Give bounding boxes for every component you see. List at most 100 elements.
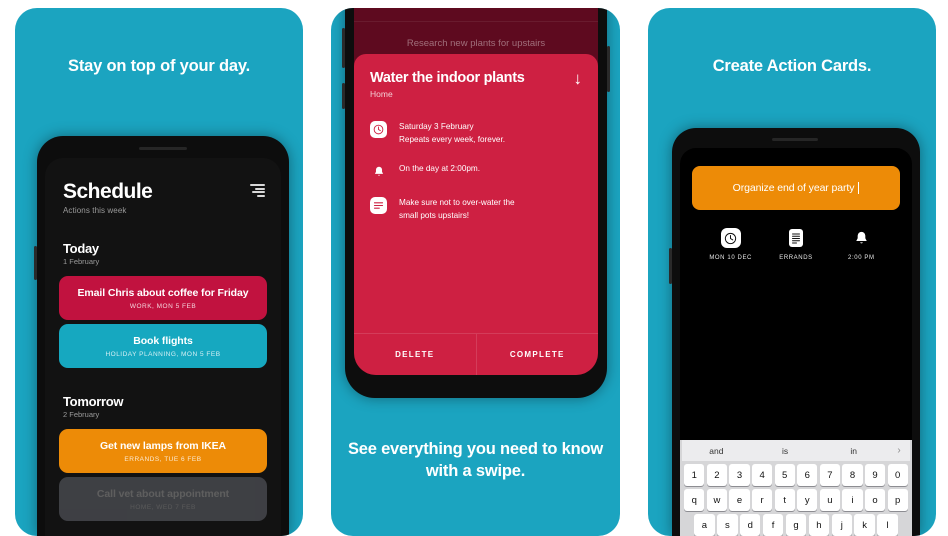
key[interactable]: y [797, 489, 818, 511]
detail-row-list: Saturday 3 February Repeats every week, … [370, 121, 582, 223]
key[interactable]: 0 [887, 464, 908, 486]
key[interactable]: 7 [819, 464, 840, 486]
phone-side-button [342, 28, 345, 68]
suggestion-item[interactable]: and [682, 446, 751, 456]
phone-side-button [342, 83, 345, 109]
attribute-list[interactable]: ERRANDS [763, 228, 828, 261]
task-meta: WORK, MON 5 FEB [129, 303, 197, 310]
detail-row-line2: small pots upstairs! [399, 211, 470, 221]
detail-header: Water the indoor plants Home ↓ [370, 70, 582, 99]
key[interactable]: 8 [842, 464, 863, 486]
suggestion-more-icon[interactable]: › [888, 445, 910, 456]
day-group-tomorrow: Tomorrow 2 February [45, 394, 281, 419]
key[interactable]: q [684, 489, 705, 511]
task-detail-card: Water the indoor plants Home ↓ Saturday … [354, 54, 598, 375]
key[interactable]: i [842, 489, 863, 511]
clock-icon [720, 228, 741, 248]
key[interactable]: 2 [706, 464, 728, 486]
bell-icon [370, 163, 387, 180]
task-card[interactable]: Call vet about appointment HOME, WED 7 F… [59, 477, 267, 521]
compose-area: Organize end of year party MON 10 DEC ER… [680, 148, 912, 261]
attribute-date[interactable]: MON 10 DEC [698, 228, 763, 261]
promo-panel-detail: Curate photos to get printed Research ne… [331, 8, 620, 536]
task-title-input[interactable]: Organize end of year party [692, 166, 900, 210]
key[interactable]: g [785, 514, 807, 536]
detail-row-note: Make sure not to over-water the small po… [370, 197, 582, 222]
task-title-input-value: Organize end of year party [732, 182, 855, 194]
phone-screen-1: Schedule Actions this week Today 1 Febru… [45, 158, 281, 536]
filter-lines-icon[interactable] [250, 184, 265, 197]
detail-title: Water the indoor plants [370, 70, 525, 86]
task-meta: HOME, WED 7 FEB [130, 504, 196, 511]
key[interactable]: t [774, 489, 795, 511]
key[interactable]: e [729, 489, 750, 511]
task-card-list-tomorrow: Get new lamps from IKEA ERRANDS, TUE 6 F… [45, 429, 281, 521]
key[interactable]: 3 [729, 464, 750, 486]
arrow-down-icon[interactable]: ↓ [574, 70, 583, 87]
key[interactable]: 1 [684, 464, 705, 486]
task-title: Call vet about appointment [96, 488, 230, 500]
key[interactable]: 5 [774, 464, 795, 486]
page-subtitle: Actions this week [63, 206, 127, 215]
attribute-label: MON 10 DEC [709, 255, 752, 261]
key[interactable]: f [762, 514, 784, 536]
key[interactable]: 9 [864, 464, 886, 486]
suggestion-item[interactable]: in [819, 446, 888, 456]
panel-3-title: Create Action Cards. [712, 57, 872, 75]
phone-mockup-3: Organize end of year party MON 10 DEC ER… [669, 128, 920, 536]
key[interactable]: u [819, 489, 840, 511]
key[interactable]: k [854, 514, 875, 536]
promo-panel-create: Create Action Cards. Organize end of yea… [648, 8, 936, 536]
phone-screen-3: Organize end of year party MON 10 DEC ER… [680, 148, 912, 536]
keyboard-row-numbers: 1 2 3 4 5 6 7 8 9 0 [682, 461, 910, 486]
keyboard-row-top: q w e r t y u i o p [682, 486, 910, 511]
attribute-label: 2:00 PM [848, 255, 875, 261]
keyboard-row-home: a s d f g h j k l [682, 511, 910, 536]
detail-row-text: Saturday 3 February Repeats every week, … [399, 121, 505, 146]
task-card[interactable]: Get new lamps from IKEA ERRANDS, TUE 6 F… [59, 429, 267, 473]
delete-button[interactable]: DELETE [354, 334, 476, 375]
detail-row-text: On the day at 2:00pm. [399, 163, 480, 176]
text-caret [858, 182, 860, 194]
key[interactable]: p [887, 489, 908, 511]
detail-subtitle: Home [370, 89, 393, 99]
bell-icon [851, 228, 871, 248]
phone-side-button [669, 248, 672, 284]
attribute-reminder[interactable]: 2:00 PM [829, 228, 894, 261]
detail-row-reminder: On the day at 2:00pm. [370, 163, 582, 180]
day-date: 1 February [63, 257, 100, 266]
task-meta: ERRANDS, TUE 6 FEB [124, 456, 202, 463]
key[interactable]: d [739, 514, 761, 536]
key[interactable]: j [831, 514, 853, 536]
suggestion-item[interactable]: is [751, 446, 820, 456]
background-task[interactable]: Curate photos to get printed [354, 8, 598, 21]
task-meta: HOLIDAY PLANNING, MON 5 FEB [105, 351, 221, 358]
key[interactable]: w [706, 489, 728, 511]
detail-action-bar: DELETE COMPLETE [354, 333, 598, 375]
page-title: Schedule [63, 180, 153, 203]
key[interactable]: h [808, 514, 830, 536]
key[interactable]: s [717, 514, 738, 536]
key[interactable]: l [877, 514, 898, 536]
task-card-list-today: Email Chris about coffee for Friday WORK… [45, 276, 281, 368]
task-card[interactable]: Book flights HOLIDAY PLANNING, MON 5 FEB [59, 324, 267, 368]
day-name: Today [63, 241, 99, 256]
task-title: Get new lamps from IKEA [99, 440, 227, 452]
detail-row-line1: Make sure not to over-water the [399, 198, 515, 208]
key[interactable]: 4 [752, 464, 773, 486]
detail-row-line1: Saturday 3 February [399, 122, 474, 131]
attribute-label: ERRANDS [779, 255, 813, 261]
phone-screen-2: Curate photos to get printed Research ne… [354, 8, 598, 375]
panel-1-title: Stay on top of your day. [68, 57, 250, 75]
task-card[interactable]: Email Chris about coffee for Friday WORK… [59, 276, 267, 320]
phone-speaker [139, 147, 187, 150]
detail-row-line1: On the day at 2:00pm. [399, 164, 481, 174]
key[interactable]: a [694, 514, 715, 536]
on-screen-keyboard: and is in › 1 2 3 4 5 6 7 8 9 0 q w e r … [680, 440, 912, 536]
key[interactable]: o [864, 489, 886, 511]
attribute-row: MON 10 DEC ERRANDS 2:00 PM [692, 228, 900, 261]
complete-button[interactable]: COMPLETE [475, 334, 599, 375]
key[interactable]: r [752, 489, 773, 511]
phone-mockup-1: Schedule Actions this week Today 1 Febru… [34, 136, 289, 536]
key[interactable]: 6 [797, 464, 818, 486]
